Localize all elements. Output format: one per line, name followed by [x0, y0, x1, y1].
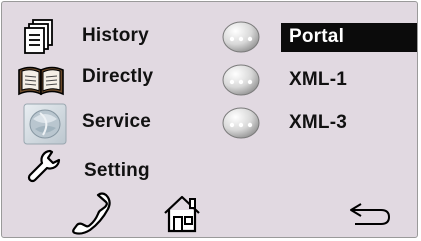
menu-item-label: Directly	[82, 66, 154, 87]
menu-item-label: Service	[82, 111, 152, 132]
service-globe-icon	[23, 103, 67, 145]
dots-ball-icon	[221, 20, 261, 54]
home-icon[interactable]	[162, 194, 202, 234]
menu-item-label: Portal	[289, 25, 345, 47]
open-book-icon	[16, 64, 66, 96]
history-document-icon	[24, 18, 54, 56]
dots-ball-icon	[221, 63, 261, 97]
phone-screen: History Directly Service Setting Portal …	[1, 1, 418, 238]
dots-ball-icon	[221, 106, 261, 140]
back-arrow-icon[interactable]	[347, 202, 391, 226]
menu-item-label: History	[82, 25, 149, 46]
menu-item-label: Setting	[84, 160, 150, 181]
menu-item-label: XML-3	[289, 112, 347, 133]
menu-item-label: XML-1	[289, 69, 347, 90]
phone-handset-icon[interactable]	[68, 191, 114, 235]
wrench-icon	[26, 148, 62, 184]
